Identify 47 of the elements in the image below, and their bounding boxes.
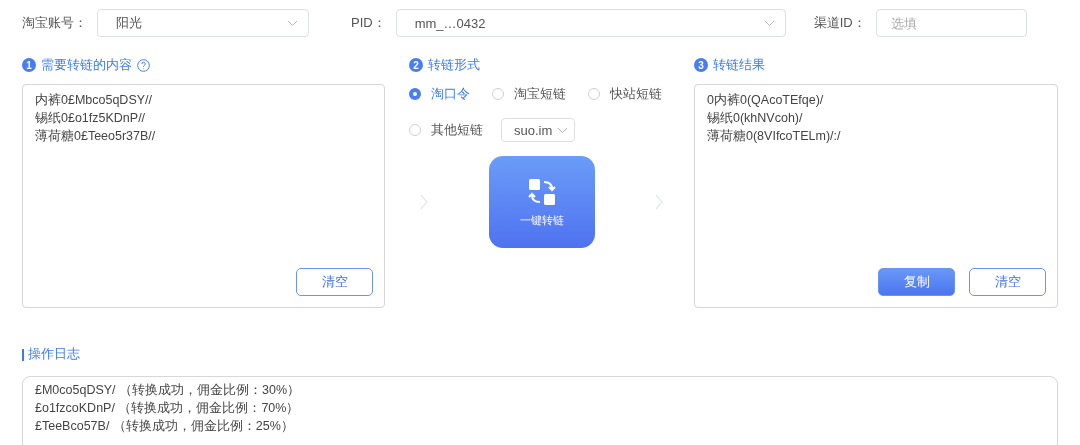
step-number: 1 <box>22 58 36 72</box>
radio-option[interactable]: 快站短链 <box>588 82 662 106</box>
clear-button[interactable]: 清空 <box>969 268 1046 296</box>
help-icon[interactable] <box>137 58 150 72</box>
radio-icon <box>588 88 600 100</box>
chevron-right-icon <box>654 194 664 210</box>
content-field[interactable]: 内裤0£Mbco5qDSY// 锡纸0£o1fz5KDnP// 薄荷糖0£Teeo5r37B// 清空 <box>22 84 385 308</box>
clear-button[interactable]: 清空 <box>296 268 373 296</box>
field-label: PID： <box>351 14 386 32</box>
log-entry: £o1fzcoKDnP/ （转换成功，佣金比例：70%） <box>35 400 301 417</box>
result-line: 锡纸0(khNVcoh)/ <box>707 110 804 127</box>
section-title: 需要转链的内容 <box>41 56 132 74</box>
radio-label: 快站短链 <box>610 85 662 103</box>
result-line: 0内裤0(QAcoTEfqe)/ <box>707 92 825 109</box>
chevron-right-icon <box>419 194 429 210</box>
radio-icon <box>409 124 421 136</box>
result-line: 薄荷糖0(8VIfcoTELm)/:/ <box>707 128 842 145</box>
radio-icon <box>492 88 504 100</box>
pid-select[interactable]: mm_…0432 <box>395 9 786 37</box>
result-field[interactable]: 0内裤0(QAcoTEfqe)/ 锡纸0(khNVcoh)/ 薄荷糖0(8VIfcoTELm)/:/ 复制 清空 <box>694 84 1058 308</box>
field-label: 淘宝账号： <box>22 14 87 32</box>
section-title: 转链形式 <box>428 56 480 74</box>
content-line: 薄荷糖0£Teeo5r37B// <box>35 128 157 145</box>
radio-option[interactable]: 淘口令 <box>409 82 470 106</box>
log-title: 操作日志 <box>28 346 80 363</box>
radio-label: 淘宝短链 <box>514 85 566 103</box>
step-number: 2 <box>409 58 423 72</box>
radio-label: 其他短链 <box>431 121 483 139</box>
account-select[interactable]: 阳光 <box>97 9 309 37</box>
section-title: 转链结果 <box>713 56 765 74</box>
content-line: 锡纸0£o1fz5KDnP// <box>35 110 147 127</box>
caret-icon <box>763 19 775 27</box>
radio-option[interactable]: 淘宝短链 <box>492 82 566 106</box>
radio-icon <box>409 88 421 100</box>
log-entry: £TeeBco57B/ （转换成功，佣金比例：25%） <box>35 418 295 435</box>
domain-select[interactable]: suo.im <box>501 118 575 142</box>
log-entry: £M0co5qDSY/ （转换成功，佣金比例：30%） <box>35 382 302 399</box>
radio-option[interactable]: 其他短链 <box>409 118 483 142</box>
radio-label: 淘口令 <box>431 85 470 103</box>
channel-id-field[interactable]: 选填 <box>875 9 1027 37</box>
caret-icon <box>557 126 568 134</box>
convert-button[interactable]: 一键转链 <box>488 156 595 248</box>
field-label: 渠道ID： <box>813 14 866 32</box>
convert-icon <box>526 176 557 207</box>
content-line: 内裤0£Mbco5qDSY// <box>35 92 154 109</box>
step-number: 3 <box>694 58 708 72</box>
caret-icon <box>287 19 298 27</box>
